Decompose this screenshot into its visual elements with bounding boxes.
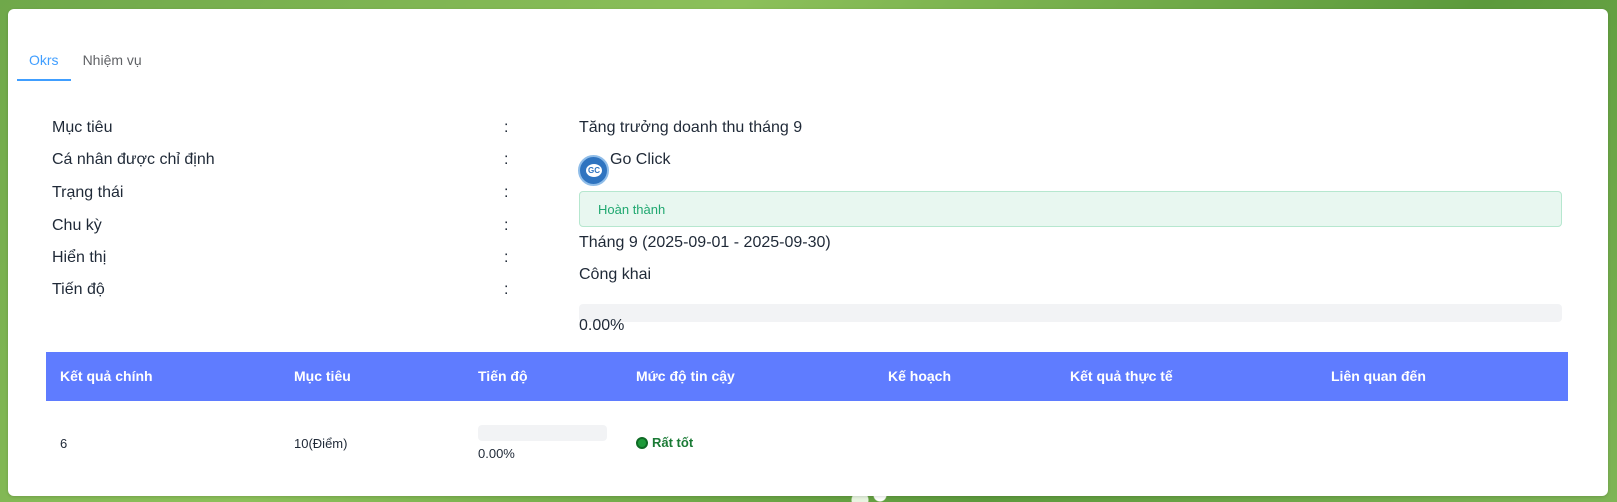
cell-confidence: Rất tốt — [636, 435, 693, 450]
tab-bar: Okrs Nhiệm vụ — [17, 39, 154, 81]
cycle-label: Chu kỳ — [52, 217, 102, 234]
assignee-avatar: GC — [578, 155, 609, 186]
assignee-label: Cá nhân được chỉ định — [52, 151, 215, 168]
tab-okrs[interactable]: Okrs — [17, 39, 71, 81]
confidence-dot-icon — [636, 436, 648, 449]
cell-key-result: 6 — [60, 436, 68, 451]
key-results-table: Kết quả chính Mục tiêu Tiến độ Mức độ ti… — [46, 352, 1568, 483]
header-actual: Kết quả thực tế — [1070, 368, 1173, 384]
okr-detail-card: Okrs Nhiệm vụ Mục tiêu : Tăng trưởng doa… — [8, 9, 1608, 496]
cycle-value: Tháng 9 (2025-09-01 - 2025-09-30) — [579, 234, 831, 251]
header-related: Liên quan đến — [1331, 368, 1426, 384]
colon: : — [504, 217, 509, 234]
row-progress-value: 0.00% — [8, 317, 1608, 347]
status-label: Trạng thái — [52, 184, 124, 201]
row-objective: Mục tiêu : Tăng trưởng doanh thu tháng 9 — [8, 119, 1608, 149]
row-assignee: Cá nhân được chỉ định : Go Click — [8, 151, 1608, 181]
cell-target: 10(Điểm) — [294, 436, 348, 451]
colon: : — [504, 184, 509, 201]
confidence-value: Rất tốt — [652, 435, 694, 450]
table-header: Kết quả chính Mục tiêu Tiến độ Mức độ ti… — [46, 352, 1568, 401]
assignee-name: Go Click — [610, 151, 671, 168]
header-target: Mục tiêu — [294, 368, 351, 384]
objective-label: Mục tiêu — [52, 119, 113, 136]
row-progress-bar — [478, 425, 607, 441]
tab-tasks[interactable]: Nhiệm vụ — [71, 39, 154, 81]
visibility-value: Công khai — [579, 266, 652, 283]
colon: : — [504, 151, 509, 168]
header-key-result: Kết quả chính — [60, 368, 153, 384]
row-cycle-value: Tháng 9 (2025-09-01 - 2025-09-30) — [8, 234, 1608, 264]
header-progress: Tiến độ — [478, 368, 528, 384]
status-badge: Hoàn thành — [579, 191, 1562, 227]
header-confidence: Mức độ tin cậy — [636, 368, 735, 384]
colon: : — [504, 119, 509, 136]
progress-value: 0.00% — [579, 317, 625, 334]
objective-value: Tăng trưởng doanh thu tháng 9 — [579, 119, 803, 136]
avatar-logo-icon: GC — [586, 164, 602, 177]
header-plan: Kế hoạch — [888, 368, 952, 384]
cell-progress: 0.00% — [478, 446, 515, 461]
status-value: Hoàn thành — [598, 202, 666, 217]
row-visibility-value: Công khai — [8, 266, 1608, 296]
table-row[interactable]: 6 10(Điểm) 0.00% Rất tốt — [46, 401, 1568, 483]
